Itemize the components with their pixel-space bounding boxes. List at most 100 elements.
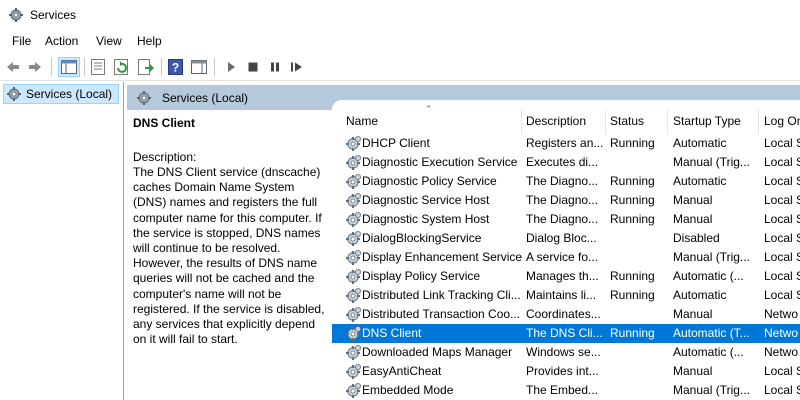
selected-service-name: DNS Client — [133, 116, 196, 130]
cell-startup-type: Automatic (T... — [673, 326, 750, 340]
cell-startup-type: Automatic — [673, 174, 727, 188]
cell-name: Embedded Mode — [362, 383, 454, 397]
table-row[interactable]: EasyAntiCheat Provides int... Manual Local … — [332, 362, 800, 381]
start-service-icon[interactable] — [222, 58, 240, 76]
cell-description: Registers an... — [526, 136, 604, 150]
pause-service-icon[interactable] — [266, 58, 284, 76]
back-arrow-icon[interactable] — [4, 58, 22, 76]
menu-action[interactable]: Action — [43, 34, 80, 48]
menu-help[interactable]: Help — [135, 34, 164, 48]
cell-status: Running — [610, 326, 655, 340]
menu-view[interactable]: View — [94, 34, 124, 48]
cell-name: Diagnostic Service Host — [362, 193, 490, 207]
table-row[interactable]: DHCP Client Registers an... Running Automat… — [332, 134, 800, 153]
table-row[interactable]: Display Policy Service Manages th... Runni… — [332, 267, 800, 286]
table-row[interactable]: Embedded Mode The Embed... Manual (Trig...… — [332, 381, 800, 400]
column-header-log-on-as[interactable]: Log On — [764, 114, 800, 128]
column-header-name[interactable]: Name — [346, 114, 378, 128]
title-bar: Services — [0, 0, 800, 30]
service-gear-icon — [346, 269, 361, 284]
service-gear-icon — [346, 231, 361, 246]
services-panel: Services (Local) DNS Client Description:… — [127, 82, 800, 400]
menu-file[interactable]: File — [10, 34, 33, 48]
table-row[interactable]: Distributed Transaction Coo... Coordinate… — [332, 305, 800, 324]
cell-log-on-as: Local S — [764, 193, 800, 207]
svg-text:?: ? — [172, 61, 179, 75]
cell-log-on-as: Netwo — [764, 307, 799, 321]
cell-log-on-as: Local S — [764, 364, 800, 378]
cell-startup-type: Manual — [673, 193, 713, 207]
service-gear-icon — [346, 326, 361, 341]
column-header-status[interactable]: Status — [610, 114, 644, 128]
cell-description: The DNS Cli... — [526, 326, 603, 340]
stop-service-icon[interactable] — [244, 58, 262, 76]
description-text: The DNS Client service (dnscache) caches… — [133, 165, 325, 347]
cell-startup-type: Automatic — [673, 288, 727, 302]
list-header: ⌃ Name Description Status Startup Type L… — [332, 100, 800, 134]
cell-name: Diagnostic Execution Service — [362, 155, 518, 169]
service-gear-icon — [346, 364, 361, 379]
action-pane-icon[interactable] — [190, 58, 208, 76]
table-row[interactable]: Display Enhancement Service A service fo.… — [332, 248, 800, 267]
cell-name: DNS Client — [362, 326, 422, 340]
cell-startup-type: Manual (Trig... — [673, 383, 750, 397]
window-title: Services — [30, 8, 77, 22]
cell-startup-type: Automatic (... — [673, 269, 744, 283]
service-gear-icon — [346, 155, 361, 170]
table-row[interactable]: Diagnostic Execution Service Executes di.… — [332, 153, 800, 172]
console-tree: Services (Local) — [0, 82, 124, 400]
services-list: ⌃ Name Description Status Startup Type L… — [332, 100, 800, 400]
cell-startup-type: Manual — [673, 364, 713, 378]
service-gear-icon — [346, 288, 361, 303]
cell-log-on-as: Local S — [764, 155, 800, 169]
cell-startup-type: Manual (Trig... — [673, 250, 750, 264]
cell-log-on-as: Local S — [764, 136, 800, 150]
column-header-startup-type[interactable]: Startup Type — [673, 114, 741, 128]
cell-startup-type: Manual — [673, 307, 713, 321]
service-gear-icon — [346, 136, 361, 151]
cell-startup-type: Manual — [673, 212, 713, 226]
cell-description: The Diagno... — [526, 212, 599, 226]
cell-status: Running — [610, 288, 655, 302]
forward-arrow-icon[interactable] — [26, 58, 44, 76]
cell-name: Downloaded Maps Manager — [362, 345, 513, 359]
table-row[interactable]: Diagnostic Policy Service The Diagno... Ru… — [332, 172, 800, 191]
cell-description: Coordinates... — [526, 307, 601, 321]
table-row[interactable]: Diagnostic System Host The Diagno... Runni… — [332, 210, 800, 229]
export-list-icon[interactable] — [137, 58, 155, 76]
cell-name: Display Policy Service — [362, 269, 481, 283]
cell-status: Running — [610, 212, 655, 226]
table-row[interactable]: Downloaded Maps Manager Windows se... Auto… — [332, 343, 800, 362]
cell-description: Provides int... — [526, 364, 599, 378]
restart-service-icon[interactable] — [288, 58, 306, 76]
service-gear-icon — [346, 174, 361, 189]
description-label: Description: — [133, 150, 197, 164]
table-row[interactable]: Diagnostic Service Host The Diagno... Runn… — [332, 191, 800, 210]
cell-log-on-as: Local S — [764, 231, 800, 245]
cell-description: The Embed... — [526, 383, 599, 397]
cell-description: Dialog Bloc... — [526, 231, 597, 245]
properties-icon[interactable] — [89, 58, 107, 76]
cell-log-on-as: Local S — [764, 174, 800, 188]
menu-bar: File Action View Help — [0, 31, 800, 52]
cell-description: Maintains li... — [526, 288, 597, 302]
column-header-description[interactable]: Description — [526, 114, 586, 128]
help-icon[interactable]: ? — [167, 58, 185, 76]
table-row[interactable]: DialogBlockingService Dialog Bloc... Disab… — [332, 229, 800, 248]
cell-name: DialogBlockingService — [362, 231, 482, 245]
panel-title: Services (Local) — [162, 91, 249, 105]
cell-name: Distributed Transaction Coo... — [362, 307, 521, 321]
service-gear-icon — [346, 345, 361, 360]
tree-item-services-local[interactable]: Services (Local) — [3, 84, 119, 104]
cell-log-on-as: Local S — [764, 250, 800, 264]
cell-log-on-as: Local S — [764, 383, 800, 397]
cell-startup-type: Automatic — [673, 136, 727, 150]
refresh-icon[interactable] — [113, 58, 131, 76]
table-row[interactable]: DNS Client The DNS Cli... Running Automatic… — [332, 324, 800, 343]
table-row[interactable]: Distributed Link Tracking Cli... Maintain… — [332, 286, 800, 305]
cell-log-on-as: Netwo — [764, 326, 799, 340]
service-details: DNS Client Description: The DNS Client s… — [127, 110, 332, 400]
cell-description: Manages th... — [526, 269, 599, 283]
cell-name: Diagnostic Policy Service — [362, 174, 497, 188]
show-hide-console-tree-icon[interactable] — [58, 57, 80, 77]
